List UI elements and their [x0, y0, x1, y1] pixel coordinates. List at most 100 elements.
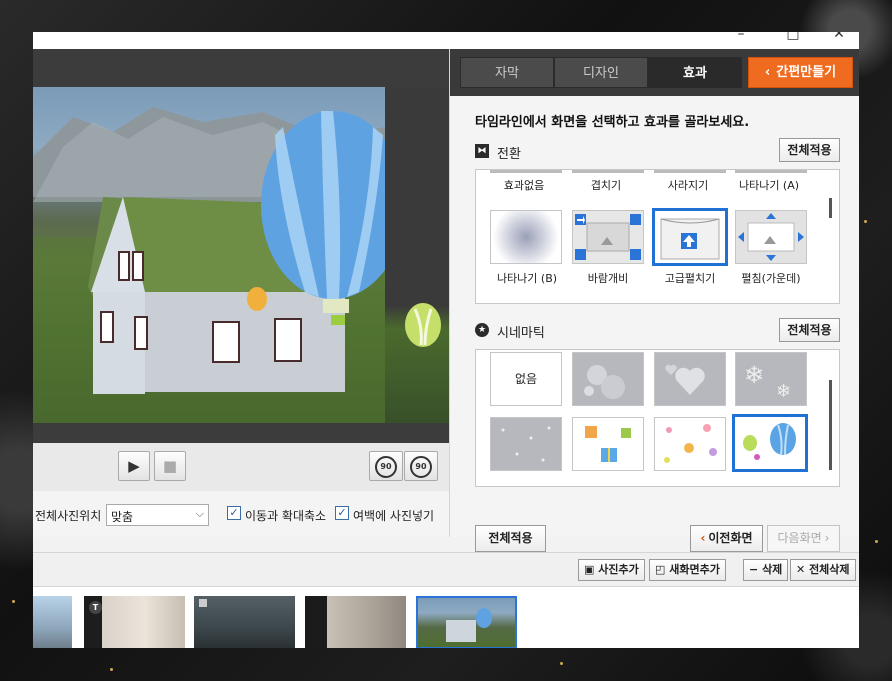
apply-all-button[interactable]: 전체적용 [475, 525, 546, 552]
cinematic-flowers[interactable] [654, 417, 726, 471]
background-sparkle [110, 668, 113, 671]
minus-icon: − [749, 563, 759, 576]
timeline: T [33, 586, 859, 648]
flowers-icon [664, 424, 717, 463]
fill-margin-label: 여백에 사진넣기 [353, 509, 435, 523]
small-balloon-svg [405, 303, 441, 347]
photo-position-label: 전체사진위치 [35, 509, 102, 523]
row-divider [572, 170, 644, 173]
cinematic-bubbles[interactable] [572, 352, 644, 406]
timeline-thumb-doorway[interactable]: T [84, 596, 185, 648]
transition-scrollbar[interactable] [829, 198, 832, 218]
prev-screen-button[interactable]: ‹ 이전화면 [690, 525, 763, 552]
cinematic-balloons[interactable] [732, 414, 808, 472]
tab-design[interactable]: 디자인 [554, 57, 648, 88]
instruction-text: 타임라인에서 화면을 선택하고 효과를 골라보세요. [475, 115, 750, 130]
play-button[interactable]: ▶ [118, 451, 150, 481]
transition-advanced-unfold[interactable] [652, 208, 728, 266]
cinematic-snowflakes[interactable]: ❄ ❄ [735, 352, 807, 406]
transition-title: 전환 [497, 147, 521, 162]
stop-button[interactable]: ■ [154, 451, 186, 481]
new-screen-icon: ◰ [655, 563, 666, 576]
hearts-icon [665, 364, 705, 395]
delete-all-label: 전체삭제 [809, 563, 850, 576]
playback-controls: ▶ ■ 90 90 [33, 443, 449, 491]
chevron-down-icon: ⌵ [195, 507, 204, 520]
rotate-left-button[interactable]: 90 [369, 451, 403, 481]
timeline-thumb-window[interactable] [305, 596, 406, 648]
row-divider [735, 170, 807, 173]
background-sparkle [12, 600, 15, 603]
radial-fade-icon [491, 211, 561, 263]
add-photo-button[interactable]: ▣ 사진추가 [578, 559, 645, 581]
timeline-toolbar: ▣ 사진추가 ◰ 새화면추가 − 삭제 ✕ 전체삭제 [33, 552, 859, 586]
cinematic-apply-all-button[interactable]: 전체적용 [779, 318, 840, 342]
cinematic-grid: 없음 ❄ ❄ [475, 349, 840, 487]
rotate-right-icon: 90 [410, 455, 432, 478]
transition-pinwheel[interactable] [572, 210, 644, 264]
transition-expand-center[interactable] [735, 210, 807, 264]
transition-caption-none[interactable]: 효과없음 [483, 177, 565, 193]
svg-text:❄: ❄ [744, 361, 764, 389]
svg-text:❄: ❄ [776, 381, 791, 402]
easy-make-label: 간편만들기 [776, 65, 837, 80]
thumb-balloon-shape [476, 608, 492, 628]
timeline-thumb-house-balloon[interactable] [416, 596, 517, 648]
rotate-right-button[interactable]: 90 [404, 451, 438, 481]
easy-make-button[interactable]: ‹ 간편만들기 [748, 57, 853, 88]
prev-screen-label: 이전화면 [708, 531, 753, 545]
fill-margin-checkbox[interactable]: ✓ [335, 506, 349, 520]
gift-boxes-icon [585, 426, 631, 462]
timeline-thumb-heron[interactable] [194, 596, 295, 648]
add-photo-icon: ▣ [584, 563, 595, 576]
close-button[interactable]: ✕ [829, 32, 849, 44]
transition-caption-advanced-unfold: 고급펼치기 [664, 272, 716, 285]
maximize-button[interactable]: □ [783, 32, 803, 44]
transition-grid: 효과없음 겹치기 사라지기 나타나기 (A) 나타나기 (B) 바람개비 고급펼… [475, 169, 840, 304]
pan-zoom-label: 이동과 확대축소 [245, 509, 327, 523]
tab-subtitle[interactable]: 자막 [460, 57, 554, 88]
timeline-thumb-city[interactable] [33, 596, 72, 648]
chevron-left-icon: ‹ [764, 65, 771, 80]
row-divider [490, 170, 562, 173]
cinematic-hearts[interactable] [654, 352, 726, 406]
expand-center-icon [738, 213, 804, 261]
minimize-button[interactable]: – [731, 32, 751, 44]
delete-all-button[interactable]: ✕ 전체삭제 [790, 559, 856, 581]
chevron-left-icon: ‹ [700, 531, 706, 545]
image-badge-icon [199, 599, 207, 607]
new-screen-button[interactable]: ◰ 새화면추가 [649, 559, 726, 581]
chevron-right-icon: › [824, 531, 830, 545]
preview-image [33, 87, 385, 423]
next-screen-button[interactable]: 다음화면 › [767, 525, 840, 552]
pan-zoom-checkbox[interactable]: ✓ [227, 506, 241, 520]
transition-caption-disappear[interactable]: 사라지기 [647, 177, 729, 193]
row-divider [654, 170, 726, 173]
background-sparkle [864, 220, 867, 223]
cinematic-none[interactable]: 없음 [490, 352, 562, 406]
next-screen-label: 다음화면 [777, 531, 822, 545]
preview-panel [33, 49, 449, 443]
title-bar: – □ ✕ [33, 32, 859, 49]
background-sparkle [875, 540, 878, 543]
transition-caption-appear-a[interactable]: 나타나기 (A) [728, 177, 810, 193]
app-window: – □ ✕ ▶ ■ 90 90 전체사진위치 맞춤 ⌵ ✓ 이동과 확대축소 ✓… [33, 32, 859, 648]
delete-button[interactable]: − 삭제 [743, 559, 789, 581]
delete-label: 삭제 [762, 563, 783, 576]
transition-caption-overlap[interactable]: 겹치기 [565, 177, 647, 193]
cinematic-scrollbar[interactable] [829, 380, 832, 470]
dots-icon [501, 426, 551, 462]
text-badge: T [89, 601, 102, 614]
transition-apply-all-button[interactable]: 전체적용 [779, 138, 840, 162]
background-sparkle [560, 662, 563, 665]
transition-caption-expand-center: 펼침(가운데) [741, 272, 801, 285]
transition-icon: ⧓ [475, 144, 489, 158]
preview-scene-svg [33, 107, 385, 423]
cinematic-dots[interactable] [490, 417, 562, 471]
cinematic-gift-boxes[interactable] [572, 417, 644, 471]
fit-select[interactable]: 맞춤 ⌵ [106, 504, 209, 526]
tab-effects[interactable]: 효과 [648, 57, 742, 88]
cinematic-title: 시네마틱 [497, 326, 545, 341]
thumb-house-shape [446, 620, 476, 642]
transition-appear-b[interactable] [490, 210, 562, 264]
